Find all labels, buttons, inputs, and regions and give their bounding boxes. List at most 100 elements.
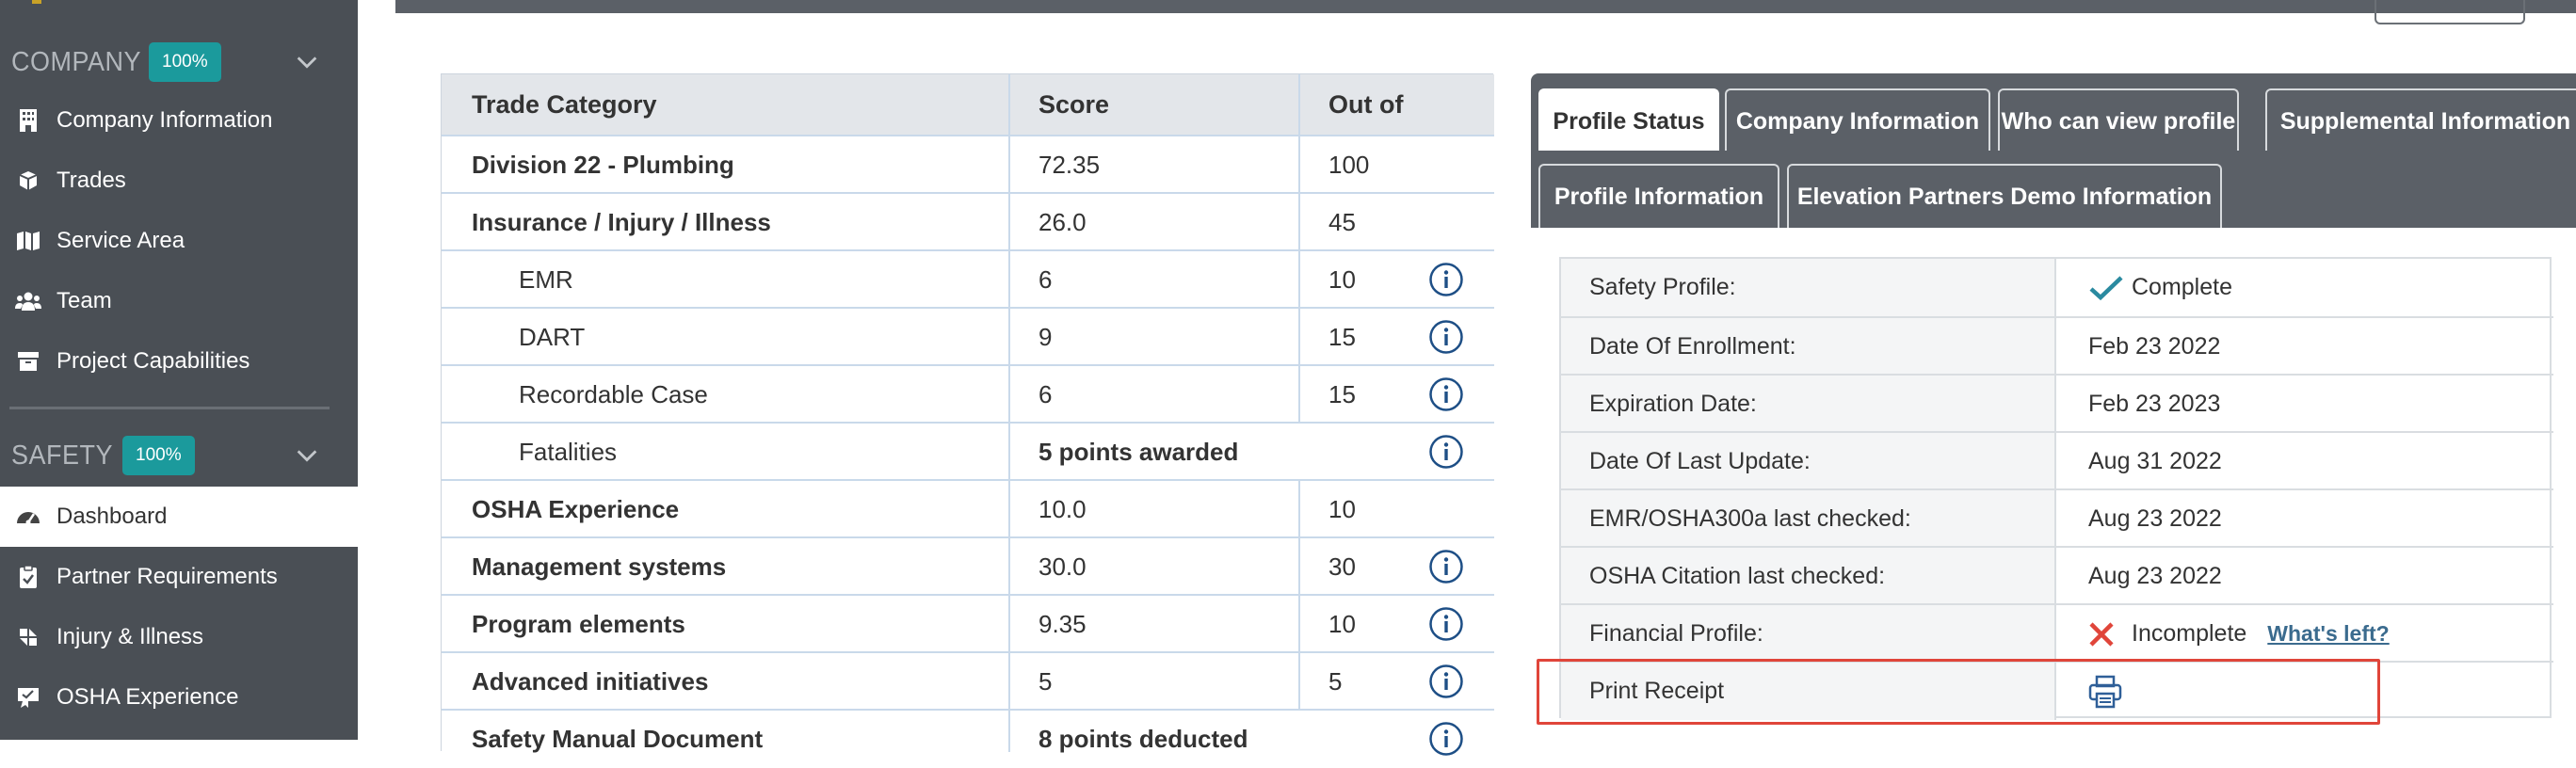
chevron-down-icon[interactable]: [294, 49, 320, 75]
status-row-financial-profile: Financial Profile: Incomplete What's lef…: [1561, 603, 2553, 663]
chevron-down-icon[interactable]: [294, 442, 320, 469]
table-row: EMR 6 10: [442, 249, 1494, 307]
header-score: Score: [1038, 90, 1110, 119]
info-icon[interactable]: [1428, 721, 1464, 757]
row-category: Management systems: [472, 552, 727, 581]
row-label: Date Of Enrollment:: [1561, 318, 2056, 376]
sidebar-item-injury-illness[interactable]: Injury & Illness: [0, 607, 358, 667]
check-icon: [2089, 275, 2123, 300]
row-category: Division 22 - Plumbing: [472, 151, 734, 179]
row-category: Advanced initiatives: [472, 667, 709, 696]
sidebar-item-osha-experience[interactable]: OSHA Experience: [0, 667, 358, 728]
row-label: Financial Profile:: [1561, 605, 2056, 663]
tab-company-information[interactable]: Company Information: [1725, 88, 1990, 151]
sidebar-item-label: Partner Requirements: [56, 564, 278, 589]
row-score: 5: [1038, 667, 1053, 696]
info-icon[interactable]: [1428, 319, 1464, 355]
cubes-icon: [15, 168, 41, 194]
row-category: Fatalities: [519, 438, 618, 466]
row-value: Aug 23 2022: [2088, 505, 2222, 532]
row-value: Complete: [2058, 259, 2232, 316]
table-row: Insurance / Injury / Illness 26.0 45: [442, 192, 1494, 249]
profile-status-table: Safety Profile: Complete Date Of Enrollm…: [1559, 257, 2553, 720]
row-value: Feb 23 2022: [2088, 333, 2221, 360]
sidebar-divider: [9, 407, 330, 409]
row-value: Aug 23 2022: [2088, 563, 2222, 589]
row-value: Aug 31 2022: [2088, 448, 2222, 474]
cross-icon: [2089, 621, 2114, 647]
sidebar-item-dashboard[interactable]: Dashboard: [0, 487, 358, 547]
row-score: 6: [1038, 380, 1053, 408]
info-icon[interactable]: [1428, 549, 1464, 584]
table-row: Safety Manual Document 8 points deducted: [442, 709, 1494, 766]
row-category: EMR: [519, 265, 573, 294]
column-divider: [1298, 74, 1300, 422]
table-row: Program elements 9.35 10: [442, 594, 1494, 651]
tab-profile-status[interactable]: Profile Status: [1538, 88, 1719, 151]
row-out-of: 100: [1328, 151, 1370, 179]
info-icon[interactable]: [1428, 262, 1464, 297]
status-text: Incomplete: [2132, 620, 2247, 647]
row-score: 9: [1038, 323, 1053, 351]
sidebar-item-service-area[interactable]: Service Area: [0, 211, 358, 271]
info-icon[interactable]: [1428, 376, 1464, 412]
tab-who-can-view-profile[interactable]: Who can view profile: [1998, 88, 2239, 151]
table-row: Management systems 30.0 30: [442, 536, 1494, 594]
completion-badge: 100%: [149, 42, 221, 82]
row-out-of: 10: [1328, 265, 1356, 294]
row-out-of: 10: [1328, 495, 1356, 523]
completion-badge: 100%: [122, 436, 195, 475]
row-score: 26.0: [1038, 208, 1087, 236]
table-header: Trade Category Score Out of: [442, 74, 1494, 135]
award-icon: [15, 684, 41, 711]
info-icon[interactable]: [1428, 434, 1464, 470]
table-row: Division 22 - Plumbing 72.35 100: [442, 135, 1494, 192]
building-icon: [15, 107, 41, 134]
row-out-of: 30: [1328, 552, 1356, 581]
sidebar-item-label: OSHA Experience: [56, 684, 239, 710]
row-score: 10.0: [1038, 495, 1087, 523]
sidebar-section-safety[interactable]: SAFETY 100%: [0, 425, 358, 486]
sidebar-item-project-capabilities[interactable]: Project Capabilities: [0, 331, 358, 392]
info-icon[interactable]: [1428, 606, 1464, 642]
users-icon: [15, 288, 41, 314]
tab-elevation-partners-demo-information[interactable]: Elevation Partners Demo Information: [1787, 164, 2222, 228]
sidebar-section-company[interactable]: COMPANY 100%: [0, 32, 358, 92]
info-icon[interactable]: [1428, 664, 1464, 699]
sidebar-item-team[interactable]: Team: [0, 271, 358, 331]
row-label: Date Of Last Update:: [1561, 433, 2056, 490]
status-row-osha-citation: OSHA Citation last checked: Aug 23 2022: [1561, 546, 2553, 605]
status-row-safety-profile: Safety Profile: Complete: [1561, 259, 2553, 316]
row-label: EMR/OSHA300a last checked:: [1561, 490, 2056, 548]
row-out-of: 45: [1328, 208, 1356, 236]
column-divider: [1008, 74, 1010, 752]
status-text: Complete: [2132, 274, 2232, 300]
sidebar-item-label: Trades: [56, 168, 126, 193]
header-trade-category: Trade Category: [472, 90, 657, 119]
sidebar-item-label: Project Capabilities: [56, 348, 250, 374]
tab-profile-information[interactable]: Profile Information: [1538, 164, 1779, 228]
map-icon: [15, 228, 41, 254]
medkit-icon: [15, 624, 41, 650]
clipboard-check-icon: [15, 564, 41, 590]
sidebar-item-label: Injury & Illness: [56, 624, 204, 649]
row-score: 9.35: [1038, 610, 1087, 638]
row-score: 72.35: [1038, 151, 1101, 179]
status-row-date-of-last-update: Date Of Last Update: Aug 31 2022: [1561, 431, 2553, 490]
archive-icon: [15, 348, 41, 375]
toolbar-button[interactable]: [2375, 0, 2525, 24]
row-out-of: 15: [1328, 323, 1356, 351]
row-category: Program elements: [472, 610, 685, 638]
sidebar-item-label: Team: [56, 288, 112, 313]
tab-supplemental-information[interactable]: Supplemental Information: [2265, 88, 2576, 151]
section-title: COMPANY: [11, 46, 142, 77]
column-divider: [1298, 479, 1300, 709]
top-toolbar: [395, 0, 2576, 13]
sidebar-item-company-information[interactable]: Company Information: [0, 90, 358, 151]
sidebar-item-partner-requirements[interactable]: Partner Requirements: [0, 547, 358, 607]
row-label: Expiration Date:: [1561, 376, 2056, 433]
whats-left-link[interactable]: What's left?: [2267, 605, 2389, 663]
row-out-of: 10: [1328, 610, 1356, 638]
row-score: 6: [1038, 265, 1053, 294]
sidebar-item-trades[interactable]: Trades: [0, 151, 358, 211]
